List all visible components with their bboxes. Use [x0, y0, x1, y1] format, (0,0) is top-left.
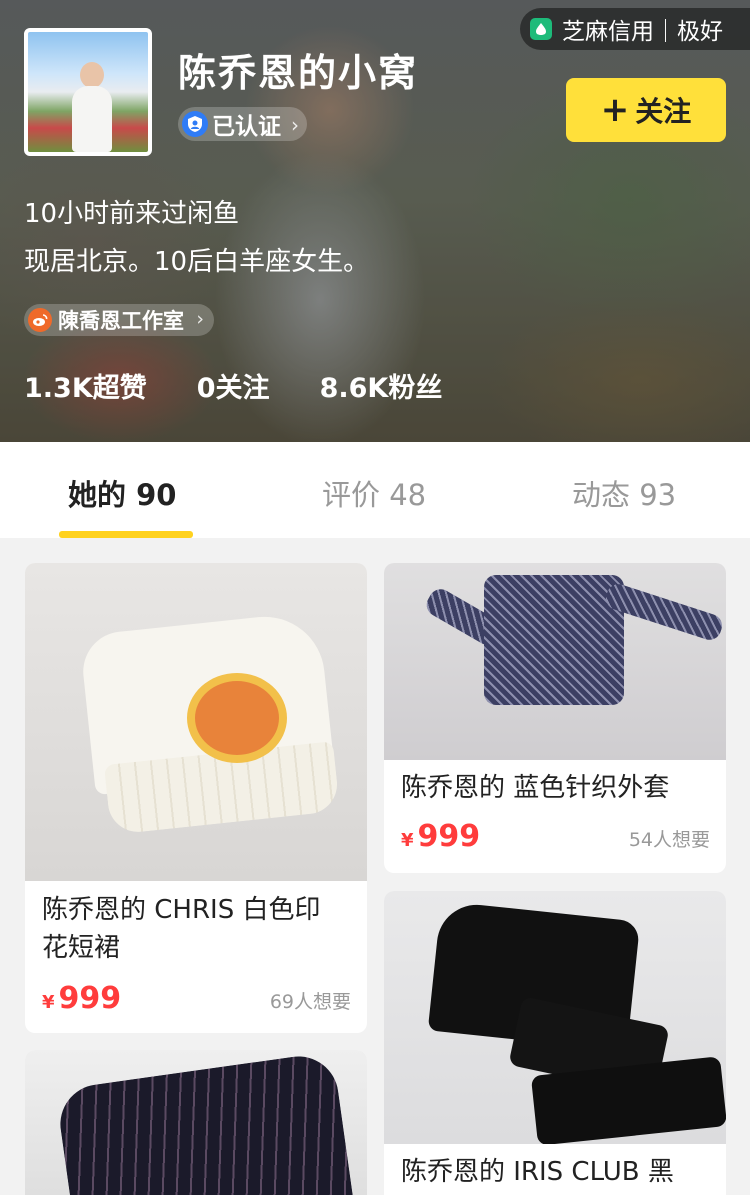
plus-icon: + — [600, 90, 630, 130]
profile-header: 陈乔恩的小窝 已认证 › 芝麻信用｜极好 + 关注 10小时前来过闲鱼 现居北京… — [0, 0, 750, 442]
verified-badge[interactable]: 已认证 › — [178, 107, 307, 141]
profile-stats: 1.3K超赞 0关注 8.6K粉丝 — [24, 366, 492, 405]
last-seen-text: 10小时前来过闲鱼 — [24, 199, 240, 229]
product-title: 陈乔恩的 CHRIS 白色印 花短裙 — [42, 895, 321, 963]
bio-text: 现居北京。10后白羊座女生。 — [24, 247, 370, 277]
tab-bar: 她的 90 评价 48 动态 93 — [0, 442, 750, 538]
super-likes-stat[interactable]: 1.3K超赞 — [24, 366, 147, 405]
product-image[interactable] — [25, 563, 367, 881]
weibo-label: 陳喬恩工作室 — [58, 309, 184, 333]
tab-activity[interactable]: 动态 93 — [572, 472, 676, 514]
product-image[interactable] — [25, 1050, 367, 1195]
follow-button[interactable]: + 关注 — [566, 78, 726, 142]
avatar[interactable] — [24, 28, 152, 156]
shop-name: 陈乔恩的小窝 — [178, 51, 419, 95]
product-image[interactable] — [384, 563, 726, 760]
following-stat[interactable]: 0关注 — [197, 366, 270, 405]
product-card[interactable] — [25, 1050, 367, 1195]
chevron-right-icon: › — [196, 308, 204, 330]
tab-reviews[interactable]: 评价 48 — [322, 472, 426, 514]
sesame-credit-badge[interactable]: 芝麻信用｜极好 — [520, 8, 750, 50]
product-price: ¥999 — [401, 819, 481, 854]
want-count: 54人想要 — [628, 829, 710, 851]
weibo-link[interactable]: 陳喬恩工作室 › — [24, 304, 214, 336]
product-card[interactable]: 陈乔恩的 CHRIS 白色印 花短裙 ¥999 69人想要 — [25, 563, 367, 1033]
tab-her-items[interactable]: 她的 90 — [68, 472, 176, 514]
verified-label: 已认证 — [212, 114, 281, 140]
follow-label: 关注 — [635, 95, 692, 128]
want-count: 69人想要 — [269, 991, 351, 1013]
weibo-icon — [28, 308, 52, 332]
product-price: ¥999 — [42, 981, 122, 1016]
fans-stat[interactable]: 8.6K粉丝 — [320, 366, 443, 405]
active-tab-indicator — [59, 531, 193, 538]
sesame-credit-label: 芝麻信用｜极好 — [562, 19, 723, 45]
sesame-credit-icon — [530, 18, 552, 40]
product-image[interactable] — [384, 891, 726, 1144]
product-title: 陈乔恩的 蓝色针织外套 — [401, 773, 670, 803]
verified-shield-icon — [182, 111, 208, 137]
product-card[interactable]: 陈乔恩的 IRIS CLUB 黑 — [384, 891, 726, 1195]
product-title: 陈乔恩的 IRIS CLUB 黑 — [401, 1157, 674, 1187]
product-card[interactable]: 陈乔恩的 蓝色针织外套 ¥999 54人想要 — [384, 563, 726, 873]
chevron-right-icon: › — [291, 113, 299, 137]
